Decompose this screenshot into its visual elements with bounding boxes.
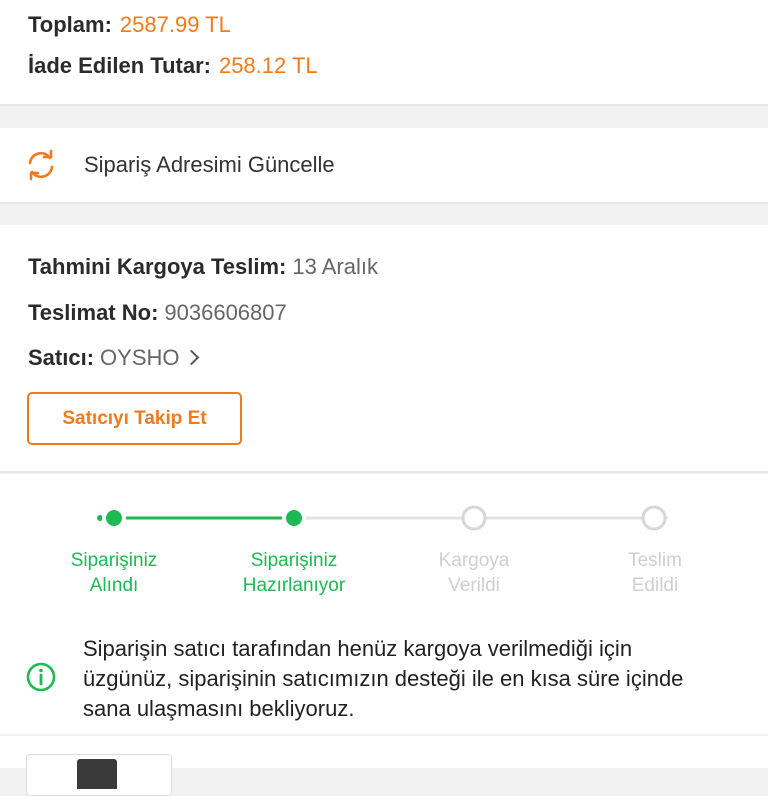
order-tracking-card: Siparişiniz Alındı Siparişiniz Hazırlanı… bbox=[0, 474, 768, 734]
eta-row: Tahmini Kargoya Teslim: 13 Aralık bbox=[28, 254, 378, 280]
step-4-dot bbox=[641, 505, 667, 531]
delivery-no-row: Teslimat No: 9036606807 bbox=[28, 300, 287, 326]
step-1-dot bbox=[106, 510, 122, 526]
chevron-right-icon bbox=[183, 349, 199, 366]
order-totals-card: Toplam: 2587.99 TL İade Edilen Tutar: 258.… bbox=[0, 0, 768, 106]
status-message: Siparişin satıcı tarafından henüz kargoy… bbox=[83, 636, 684, 721]
shipment-card: Tahmini Kargoya Teslim: 13 Aralık Teslima… bbox=[0, 225, 768, 473]
eta-value: 13 Aralık bbox=[292, 254, 378, 279]
step-2-line2: Hazırlanıyor bbox=[242, 575, 346, 596]
delivery-no-label: Teslimat No: bbox=[28, 300, 159, 325]
step-4-label: Teslim Edildi bbox=[575, 548, 735, 598]
refresh-icon bbox=[28, 149, 54, 181]
total-value: 2587.99 TL bbox=[119, 12, 231, 37]
refund-value: 258.12 TL bbox=[218, 53, 318, 78]
refund-label: İade Edilen Tutar: bbox=[28, 53, 211, 78]
step-3-dot bbox=[461, 505, 487, 531]
step-4-line2: Edildi bbox=[631, 575, 679, 596]
progress-tracker bbox=[97, 505, 668, 531]
seller-link[interactable]: OYSHO bbox=[100, 345, 179, 370]
step-3-line2: Verildi bbox=[448, 575, 500, 596]
step-1-line1: Siparişiniz bbox=[70, 550, 158, 571]
step-3-label: Kargoya Verildi bbox=[394, 548, 554, 598]
product-card bbox=[0, 736, 768, 796]
product-image bbox=[77, 759, 117, 789]
step-2-label: Siparişiniz Hazırlanıyor bbox=[214, 548, 374, 598]
eta-label: Tahmini Kargoya Teslim: bbox=[28, 254, 287, 279]
follow-seller-button[interactable]: Satıcıyı Takip Et bbox=[27, 392, 242, 445]
total-label: Toplam: bbox=[28, 12, 112, 37]
update-address-label: Sipariş Adresimi Güncelle bbox=[84, 152, 335, 177]
refund-row: İade Edilen Tutar: 258.12 TL bbox=[28, 53, 318, 79]
step-2-line1: Siparişiniz bbox=[250, 550, 338, 571]
total-row: Toplam: 2587.99 TL bbox=[28, 12, 231, 38]
product-thumbnail[interactable] bbox=[26, 754, 172, 796]
step-4-line1: Teslim bbox=[628, 550, 682, 571]
update-address-button[interactable]: Sipariş Adresimi Güncelle bbox=[0, 128, 768, 204]
step-3-line1: Kargoya bbox=[438, 550, 510, 571]
info-icon bbox=[26, 662, 56, 692]
seller-row[interactable]: Satıcı: OYSHO bbox=[28, 345, 199, 371]
step-2-dot bbox=[286, 510, 302, 526]
step-1-label: Siparişiniz Alındı bbox=[34, 548, 194, 598]
delivery-no-value: 9036606807 bbox=[164, 300, 287, 325]
seller-label: Satıcı: bbox=[28, 345, 95, 370]
step-1-line2: Alındı bbox=[89, 575, 139, 596]
